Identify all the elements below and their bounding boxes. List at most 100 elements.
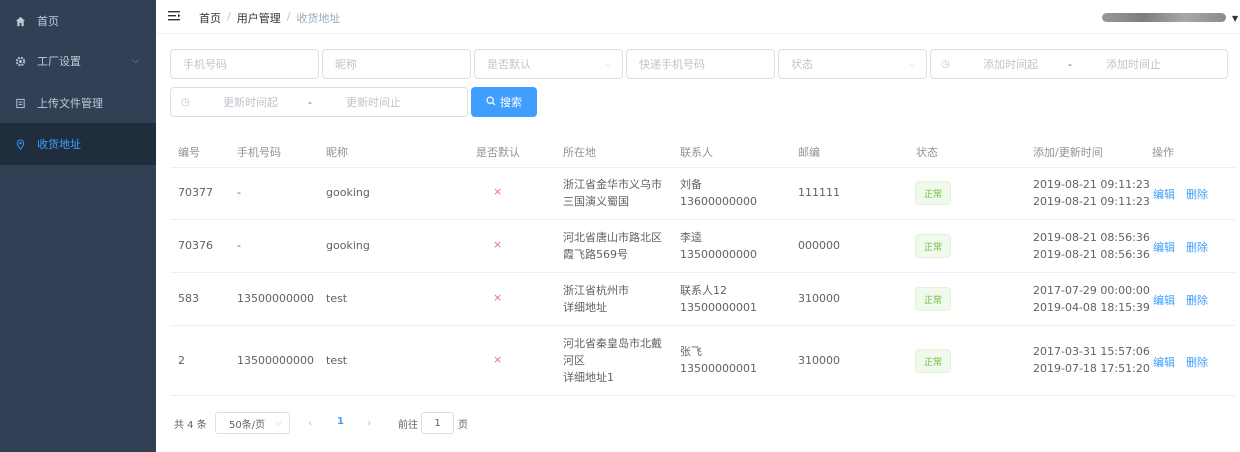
breadcrumb-home[interactable]: 首页: [199, 10, 221, 26]
cell-contact-name: 张飞: [680, 345, 702, 358]
sidebar: 首页 工厂设置 ⌵ 上传文件管理 收货地址: [0, 0, 156, 452]
delete-button[interactable]: 删除: [1186, 186, 1208, 202]
column-header[interactable]: 昵称: [326, 144, 348, 160]
add-time-start[interactable]: 添加时间起: [983, 56, 1038, 72]
gear-icon: [14, 55, 26, 67]
column-header[interactable]: 手机号码: [237, 144, 281, 160]
cell-location-line: 浙江省杭州市: [563, 284, 629, 297]
cell-location-line: 霞飞路569号: [563, 248, 628, 261]
add-time-range-picker[interactable]: ◷ 添加时间起 - 添加时间止: [930, 49, 1228, 79]
cell-id: 70377: [178, 186, 213, 199]
breadcrumb: 首页 / 用户管理 / 收货地址: [199, 10, 340, 26]
breadcrumb-current: 收货地址: [296, 12, 341, 25]
cell-nickname: test: [326, 354, 348, 367]
express-phone-input[interactable]: 快递手机号码: [626, 49, 775, 79]
breadcrumb-separator: /: [286, 10, 291, 23]
column-header[interactable]: 是否默认: [476, 144, 520, 160]
caret-down-icon[interactable]: ▼: [1232, 14, 1238, 23]
page-number-current[interactable]: 1: [337, 416, 344, 427]
update-time-range-picker[interactable]: ◷ 更新时间起 - 更新时间止: [170, 87, 468, 117]
navbar: 首页 / 用户管理 / 收货地址 ▼: [156, 0, 1240, 34]
cell-zip: 310000: [798, 354, 840, 367]
search-icon: [486, 95, 496, 109]
page-suffix-label: 页: [458, 420, 468, 431]
edit-button[interactable]: 编辑: [1153, 186, 1175, 202]
express-phone-placeholder: 快递手机号码: [639, 58, 705, 71]
document-icon: [14, 97, 26, 109]
cell-nickname: gooking: [326, 186, 370, 199]
phone-input[interactable]: 手机号码: [170, 49, 319, 79]
breadcrumb-user-management[interactable]: 用户管理: [237, 10, 281, 26]
cell-added-time: 2019-08-21 08:56:36: [1033, 231, 1150, 244]
cell-id: 70376: [178, 239, 213, 252]
cross-icon: ×: [493, 185, 503, 198]
column-header[interactable]: 编号: [178, 144, 200, 160]
delete-button[interactable]: 删除: [1186, 292, 1208, 308]
status-badge: 正常: [915, 181, 951, 205]
cross-icon: ×: [493, 291, 503, 304]
cell-contact-name: 刘备: [680, 178, 702, 191]
user-menu[interactable]: [1102, 13, 1226, 22]
column-header[interactable]: 操作: [1152, 144, 1174, 160]
goto-page-input[interactable]: 1: [421, 412, 454, 434]
cross-icon: ×: [493, 238, 503, 251]
cell-location-line: 浙江省金华市义乌市: [563, 178, 662, 191]
goto-page-value: 1: [434, 417, 441, 429]
edit-button[interactable]: 编辑: [1153, 239, 1175, 255]
column-header[interactable]: 所在地: [563, 144, 596, 160]
cell-id: 583: [178, 292, 199, 305]
sidebar-item-home[interactable]: 首页: [0, 0, 156, 42]
delete-button[interactable]: 删除: [1186, 354, 1208, 370]
nickname-placeholder: 昵称: [335, 58, 357, 71]
cell-contact-name: 联系人12: [680, 284, 727, 297]
sidebar-item-upload-files[interactable]: 上传文件管理: [0, 82, 156, 124]
column-header[interactable]: 添加/更新时间: [1033, 144, 1103, 160]
goto-label: 前往: [398, 420, 418, 431]
divider: [170, 167, 1235, 168]
edit-button[interactable]: 编辑: [1153, 354, 1175, 370]
cell-location-line: 三国演义蜀国: [563, 195, 629, 208]
cell-phone: 13500000000: [237, 292, 314, 305]
delete-button[interactable]: 删除: [1186, 239, 1208, 255]
cell-updated-time: 2019-08-21 09:11:23: [1033, 195, 1150, 208]
cell-phone: 13500000000: [237, 354, 314, 367]
cell-location-line: 详细地址: [563, 301, 607, 314]
cell-nickname: test: [326, 292, 348, 305]
divider: [170, 325, 1235, 326]
column-header[interactable]: 邮编: [798, 144, 820, 160]
chevron-down-icon: ⌵: [132, 56, 139, 66]
update-time-end[interactable]: 更新时间止: [346, 94, 401, 110]
status-badge: 正常: [915, 287, 951, 311]
chevron-down-icon: ⌵: [275, 418, 282, 428]
phone-placeholder: 手机号码: [183, 58, 227, 71]
next-page-icon[interactable]: ›: [367, 416, 371, 429]
edit-button[interactable]: 编辑: [1153, 292, 1175, 308]
cell-contact-phone: 13500000000: [680, 248, 757, 261]
search-button[interactable]: 搜索: [471, 87, 537, 117]
status-badge: 正常: [915, 349, 951, 373]
page-size-value: 50条/页: [229, 419, 266, 431]
status-placeholder: 状态: [791, 58, 813, 71]
cell-updated-time: 2019-04-08 18:15:39: [1033, 301, 1150, 314]
sidebar-item-shipping-address[interactable]: 收货地址: [0, 123, 156, 165]
update-time-start[interactable]: 更新时间起: [223, 94, 278, 110]
search-label: 搜索: [500, 96, 522, 109]
status-select[interactable]: 状态 ⌵: [778, 49, 927, 79]
column-header[interactable]: 联系人: [680, 144, 713, 160]
location-icon: [14, 138, 26, 150]
column-header[interactable]: 状态: [916, 144, 938, 160]
add-time-end[interactable]: 添加时间止: [1106, 56, 1161, 72]
is-default-placeholder: 是否默认: [487, 58, 531, 71]
status-badge: 正常: [915, 234, 951, 258]
cell-added-time: 2017-03-31 15:57:06: [1033, 345, 1150, 358]
prev-page-icon[interactable]: ‹: [308, 416, 312, 429]
cell-id: 2: [178, 354, 185, 367]
nickname-input[interactable]: 昵称: [322, 49, 471, 79]
hamburger-menu-icon[interactable]: [168, 10, 181, 23]
is-default-select[interactable]: 是否默认 ⌵: [474, 49, 623, 79]
cell-contact-phone: 13600000000: [680, 195, 757, 208]
page-size-select[interactable]: 50条/页 ⌵: [215, 412, 290, 434]
chevron-down-icon: ⌵: [908, 58, 916, 70]
pagination-total: 共 4 条: [174, 419, 207, 431]
sidebar-item-factory-settings[interactable]: 工厂设置 ⌵: [0, 40, 156, 82]
